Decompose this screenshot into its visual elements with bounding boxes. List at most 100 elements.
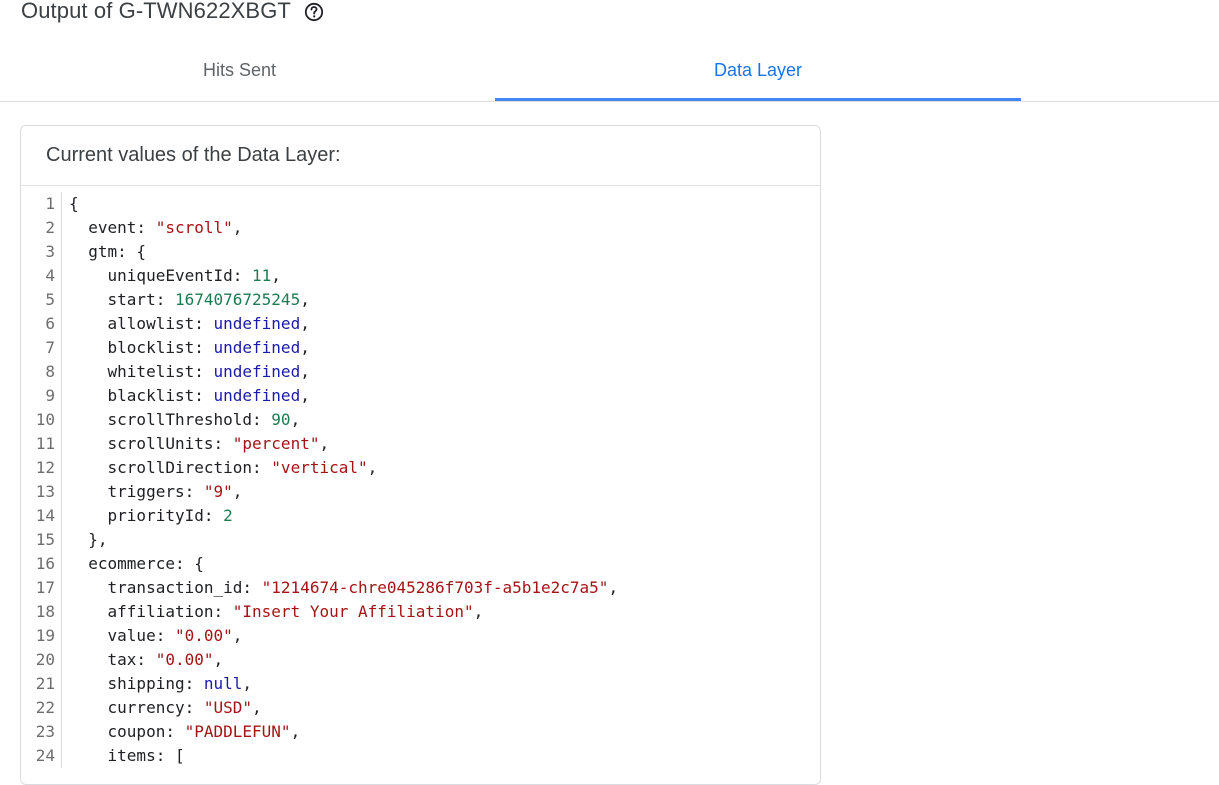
code-text: shipping: null, [62, 672, 253, 696]
code-token: , [290, 410, 301, 429]
code-token: "vertical" [271, 458, 368, 477]
code-token: }, [88, 530, 108, 549]
code-token: start: [107, 290, 175, 309]
code-line: 3 gtm: { [21, 240, 821, 264]
line-number: 4 [45, 266, 55, 285]
code-token: "0.00" [174, 626, 233, 645]
code-token: undefined [213, 338, 301, 357]
code-token: event: [88, 218, 156, 237]
code-token: blacklist: [107, 386, 214, 405]
code-text: blacklist: undefined, [62, 384, 310, 408]
code-token: scrollUnits: [107, 434, 233, 453]
tab-hits-sent[interactable]: Hits Sent [0, 40, 479, 101]
code-line: 9 blacklist: undefined, [21, 384, 821, 408]
code-token: undefined [213, 314, 301, 333]
code-token: "scroll" [155, 218, 233, 237]
code-line: 17 transaction_id: "1214674-chre045286f7… [21, 576, 821, 600]
code-token: coupon: [107, 722, 185, 741]
code-line: 24 items: [ [21, 744, 821, 768]
code-token: triggers: [107, 482, 204, 501]
code-token: "1214674-chre045286f703f-a5b1e2c7a5" [261, 578, 609, 597]
code-text: transaction_id: "1214674-chre045286f703f… [62, 576, 619, 600]
code-token: , [300, 338, 310, 357]
code-line: 21 shipping: null, [21, 672, 821, 696]
help-circle-icon[interactable] [304, 2, 324, 22]
code-text: items: [ [62, 744, 185, 768]
code-line: 22 currency: "USD", [21, 696, 821, 720]
code-token: , [319, 434, 330, 453]
code-token: "PADDLEFUN" [184, 722, 291, 741]
code-token: 90 [271, 410, 291, 429]
code-token: { [69, 194, 79, 213]
code-token: 2 [223, 506, 233, 525]
code-text: priorityId: 2 [62, 504, 233, 528]
code-text: }, [62, 528, 108, 552]
code-text: tax: "0.00", [62, 648, 224, 672]
line-number: 6 [45, 314, 55, 333]
code-line: 23 coupon: "PADDLEFUN", [21, 720, 821, 744]
code-text: currency: "USD", [62, 696, 262, 720]
code-line: 12 scrollDirection: "vertical", [21, 456, 821, 480]
code-token: , [290, 722, 301, 741]
code-text: whitelist: undefined, [62, 360, 310, 384]
code-text: { [62, 192, 79, 216]
code-text: coupon: "PADDLEFUN", [62, 720, 301, 744]
code-token: uniqueEventId: [107, 266, 253, 285]
code-line: 5 start: 1674076725245, [21, 288, 821, 312]
code-token: "Insert Your Affiliation" [232, 602, 474, 621]
code-text: start: 1674076725245, [62, 288, 310, 312]
code-token: "USD" [203, 698, 253, 717]
code-viewer[interactable]: 1{2 event: "scroll", 3 gtm: {4 uniqueEven… [21, 192, 821, 768]
code-token: null [203, 674, 243, 693]
code-token: , [213, 650, 224, 669]
code-token: transaction_id: [107, 578, 262, 597]
page-title: Output of G-TWN622XBGT [21, 0, 291, 23]
code-token: , [271, 266, 281, 285]
code-token: priorityId: [107, 506, 224, 525]
code-token: scrollThreshold: [107, 410, 272, 429]
code-text: triggers: "9", [62, 480, 243, 504]
line-number: 13 [35, 482, 55, 501]
code-token: shipping: [107, 674, 204, 693]
code-token: gtm: { [88, 242, 147, 261]
code-line: 2 event: "scroll", [21, 216, 821, 240]
code-line: 19 value: "0.00", [21, 624, 821, 648]
code-token: , [367, 458, 378, 477]
line-number: 24 [35, 746, 55, 765]
code-line: 14 priorityId: 2 [21, 504, 821, 528]
code-line: 6 allowlist: undefined, [21, 312, 821, 336]
code-line: 20 tax: "0.00", [21, 648, 821, 672]
code-token: items: [ [107, 746, 185, 765]
line-number: 14 [35, 506, 55, 525]
line-number: 9 [45, 386, 55, 405]
line-number: 12 [35, 458, 55, 477]
tab-data-layer[interactable]: Data Layer [495, 40, 1021, 101]
code-token: "0.00" [155, 650, 214, 669]
line-number: 19 [35, 626, 55, 645]
code-text: uniqueEventId: 11, [62, 264, 281, 288]
code-token: , [232, 626, 243, 645]
line-number: 22 [35, 698, 55, 717]
code-text: gtm: { [62, 240, 146, 264]
code-token: "percent" [232, 434, 320, 453]
card-title: Current values of the Data Layer: [21, 126, 820, 186]
line-number: 18 [35, 602, 55, 621]
code-token: "9" [203, 482, 233, 501]
code-token: , [300, 386, 310, 405]
data-layer-card: Current values of the Data Layer: 1{2 ev… [20, 125, 821, 785]
